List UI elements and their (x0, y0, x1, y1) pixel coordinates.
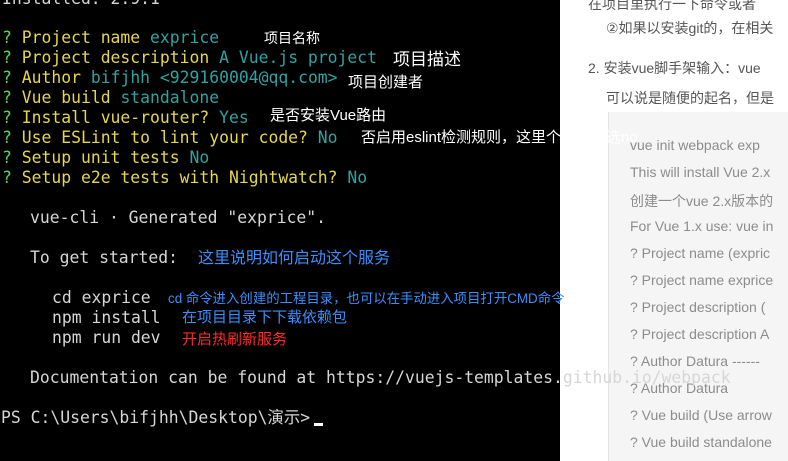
command-cd: cd exprice (52, 288, 151, 307)
text-cursor (314, 423, 324, 426)
question-unit-tests: ? Setup unit tests No (2, 148, 209, 168)
question-label: Vue build (21, 88, 111, 107)
prompt-marker: ? (2, 88, 12, 107)
annotation-npm-run-dev: 开启热刷新服务 (182, 331, 288, 348)
installed-version-line: Installed: 2.9.1 (2, 0, 160, 9)
answer-value: Yes (219, 108, 249, 127)
answer-value: No (317, 128, 338, 147)
prompt-marker: ? (2, 108, 12, 127)
annotation-cd: cd 命令进入创建的工程目录，也可以在手动进入项目打开CMD命令 (168, 291, 565, 306)
annotation-project-name: 项目名称 (264, 30, 320, 46)
prompt-marker: ? (2, 28, 12, 47)
question-label: Use ESLint to lint your code? (21, 128, 308, 147)
annotation-project-description: 项目描述 (393, 50, 461, 69)
terminal-output[interactable]: Installed: 2.9.1 ? Project name exprice … (0, 0, 788, 461)
annotation-get-started: 这里说明如何启动这个服务 (198, 250, 391, 267)
annotation-eslint: 否启用eslint检测规则，这里个人建议选no (361, 129, 638, 146)
prompt-path: PS C:\Users\bifjhh\Desktop\演示> (1, 408, 311, 427)
get-started-heading: To get started: (30, 248, 179, 267)
question-vue-build: ? Vue build standalone (2, 88, 219, 108)
prompt-marker: ? (2, 148, 12, 167)
prompt-marker: ? (2, 68, 12, 87)
question-eslint: ? Use ESLint to lint your code? No (2, 128, 338, 148)
answer-value: bifjhh <929160004@qq.com> (90, 68, 338, 87)
annotation-vue-router: 是否安装Vue路由 (270, 107, 387, 124)
command-npm-run-dev: npm run dev (52, 328, 161, 347)
answer-value: No (189, 148, 210, 167)
answer-value: A Vue.js project (219, 48, 378, 67)
prompt-marker: ? (2, 48, 12, 67)
prompt-marker: ? (2, 128, 12, 147)
question-label: Project description (21, 48, 210, 67)
annotation-author: 项目创建者 (348, 74, 424, 91)
generated-message: vue-cli · Generated "exprice". (30, 208, 327, 227)
question-label: Setup e2e tests with Nightwatch? (21, 168, 338, 187)
annotation-npm-install: 在项目目录下下载依赖包 (182, 309, 348, 326)
question-label: Project name (21, 28, 141, 47)
documentation-line: Documentation can be found at https://vu… (30, 368, 731, 387)
question-label: Author (21, 68, 81, 87)
question-author: ? Author bifjhh <929160004@qq.com> (2, 68, 338, 88)
command-npm-install: npm install (52, 308, 161, 327)
answer-value: exprice (150, 28, 220, 47)
prompt-marker: ? (2, 168, 12, 187)
question-project-description: ? Project description A Vue.js project (2, 48, 377, 68)
answer-value: No (347, 168, 368, 187)
question-project-name: ? Project name exprice (2, 28, 219, 48)
powershell-prompt[interactable]: PS C:\Users\bifjhh\Desktop\演示> (1, 408, 324, 428)
question-label: Setup unit tests (21, 148, 180, 167)
question-e2e-tests: ? Setup e2e tests with Nightwatch? No (2, 168, 367, 188)
question-vue-router: ? Install vue-router? Yes (2, 108, 249, 128)
question-label: Install vue-router? (21, 108, 210, 127)
answer-value: standalone (120, 88, 220, 107)
